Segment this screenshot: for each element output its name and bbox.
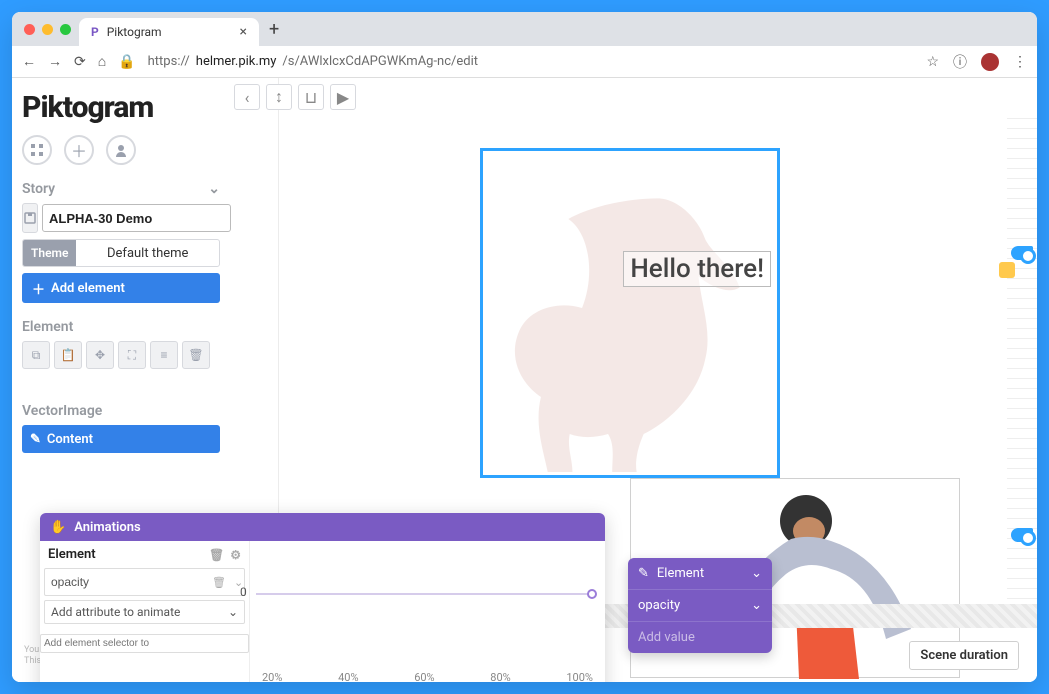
url-field[interactable]: https:// helmer.pik.my/s/AWlxlcxCdAPGWKmA… — [148, 54, 915, 69]
popup-element-row[interactable]: ✎Element ⌄ — [628, 558, 772, 589]
magnet-icon[interactable]: ⊔ — [298, 84, 324, 110]
tab-title: Piktogram — [107, 25, 162, 39]
animations-header[interactable]: ✋ Animations — [40, 513, 605, 541]
settings-icon[interactable]: ⚙ — [230, 548, 241, 562]
inline-editor-popup: ✎Element ⌄ opacity ⌄ Add value — [628, 558, 772, 653]
url-proto: https:// — [148, 54, 190, 69]
horse-icon — [493, 171, 767, 472]
resize-v-icon[interactable]: ↕ — [266, 84, 292, 110]
chevron-down-icon: ⌄ — [751, 566, 762, 581]
add-attribute-select[interactable]: Add attribute to animate ⌄ — [44, 600, 245, 624]
delete-icon[interactable]: 🗑 — [182, 341, 210, 369]
attr-trash-icon[interactable]: 🗑 — [208, 576, 230, 589]
copy-icon[interactable]: ⧉ — [22, 341, 50, 369]
url-path: /s/AWlxlcxCdAPGWKmAg-nc/edit — [282, 54, 478, 69]
plus-icon: ＋ — [32, 279, 45, 298]
timeline-marker-blue-1[interactable] — [1011, 246, 1033, 260]
url-host: helmer.pik.my — [196, 54, 277, 69]
browser-tabbar: P Piktogram × + — [12, 12, 1037, 46]
pencil-icon: ✎ — [638, 566, 649, 581]
forward-button[interactable]: → — [48, 53, 62, 70]
lock-icon: 🔒 — [118, 54, 135, 70]
hand-icon: ✋ — [50, 520, 66, 535]
grid-button[interactable] — [22, 135, 52, 165]
info-icon[interactable]: ⓘ — [953, 52, 967, 72]
slider-value: 0 — [240, 585, 247, 599]
slider-knob[interactable] — [587, 589, 597, 599]
paste-icon[interactable]: 📋 — [54, 341, 82, 369]
anim-attribute-row: 🗑 ⌄ — [44, 568, 245, 596]
maximize-window-icon[interactable] — [60, 24, 71, 35]
trash-icon[interactable]: 🗑 — [209, 548, 224, 562]
minimize-window-icon[interactable] — [42, 24, 53, 35]
scene-selection[interactable]: Hello there! — [480, 148, 780, 478]
star-icon[interactable]: ☆ — [926, 54, 939, 70]
timeline-marker-yellow[interactable] — [999, 262, 1015, 278]
menu-icon[interactable]: ⋮ — [1013, 54, 1027, 70]
home-button[interactable]: ⌂ — [98, 53, 106, 70]
app-logo: Piktogram — [22, 90, 220, 125]
window-controls — [24, 24, 71, 35]
story-section[interactable]: Story⌄ — [22, 181, 220, 197]
browser-toolbar: ← → ⟳ ⌂ 🔒 https:// helmer.pik.my/s/AWlxlc… — [12, 46, 1037, 78]
element-section: Element — [22, 319, 220, 335]
scene-duration-button[interactable]: Scene duration — [909, 641, 1019, 670]
new-tab-button[interactable]: + — [259, 19, 289, 40]
story-name-input[interactable] — [42, 204, 231, 232]
theme-selector[interactable]: Theme Default theme — [22, 239, 220, 267]
animations-panel: ✋ Animations Element 🗑 ⚙ 🗑 ⌄ — [40, 513, 605, 682]
expand-icon[interactable]: ⛶ — [118, 341, 146, 369]
anim-element-header: Element 🗑 ⚙ — [40, 541, 249, 568]
move-icon[interactable]: ✥ — [86, 341, 114, 369]
back-button[interactable]: ← — [22, 53, 36, 70]
favicon-icon: P — [91, 25, 99, 39]
reload-button[interactable]: ⟳ — [74, 54, 86, 70]
vectorimage-section: VectorImage — [22, 403, 220, 419]
attr-name-input[interactable] — [49, 573, 208, 591]
close-window-icon[interactable] — [24, 24, 35, 35]
play-button[interactable]: ▶ — [330, 84, 356, 110]
chevron-left-icon[interactable]: ‹ — [234, 84, 260, 110]
profile-avatar[interactable] — [981, 53, 999, 71]
chevron-down-icon: ⌄ — [208, 181, 220, 197]
pencil-icon: ✎ — [30, 432, 41, 447]
chevron-down-icon: ⌄ — [228, 605, 238, 619]
browser-tab[interactable]: P Piktogram × — [79, 18, 259, 46]
save-icon[interactable] — [22, 203, 38, 233]
timeline-marker-blue-2[interactable] — [1011, 528, 1033, 542]
close-tab-icon[interactable]: × — [240, 24, 247, 40]
list-icon[interactable]: ≡ — [150, 341, 178, 369]
anim-slider[interactable]: 0 — [256, 581, 593, 621]
element-selector-input[interactable] — [40, 634, 249, 653]
popup-add-value[interactable]: Add value — [628, 621, 772, 653]
popup-opacity-row[interactable]: opacity ⌄ — [628, 589, 772, 621]
chevron-down-icon: ⌄ — [751, 598, 762, 613]
add-element-button[interactable]: ＋ Add element — [22, 273, 220, 303]
hello-text[interactable]: Hello there! — [623, 251, 771, 287]
add-button[interactable]: ＋ — [64, 135, 94, 165]
content-button[interactable]: ✎ Content — [22, 425, 220, 453]
theme-label: Theme — [23, 240, 76, 266]
anim-ruler: 20% 40% 60% 80% 100% — [250, 661, 605, 682]
user-button[interactable] — [106, 135, 136, 165]
theme-value: Default theme — [76, 240, 219, 266]
